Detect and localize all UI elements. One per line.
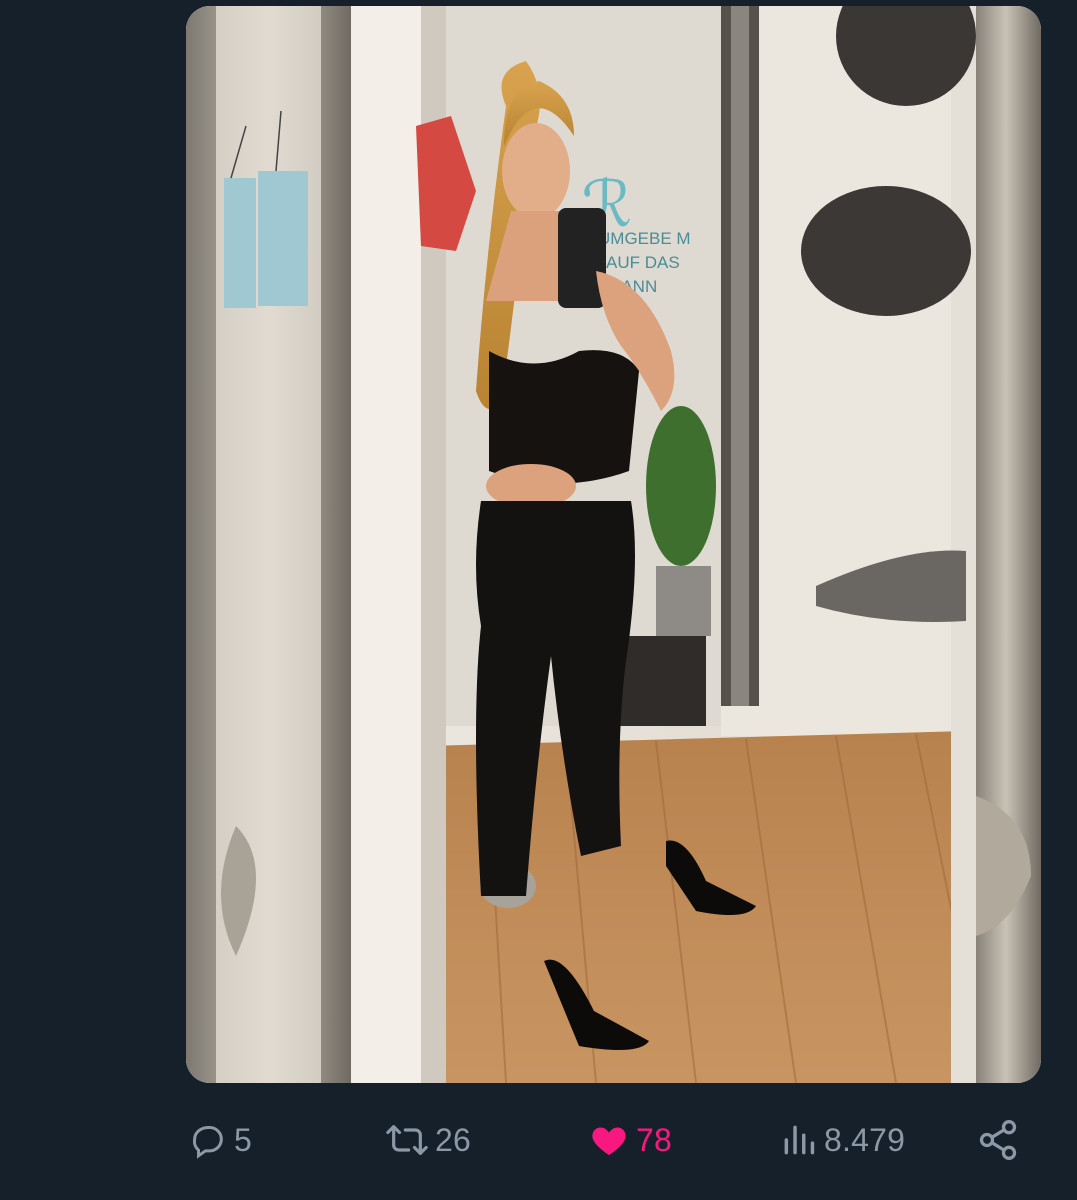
reply-count: 5 <box>234 1122 252 1158</box>
views-button[interactable]: 8.479 <box>780 1110 905 1170</box>
retweet-count: 26 <box>435 1122 471 1158</box>
mirror-selfie-photo: ℛ UMGEBE M AUF DAS KANN <box>186 6 1041 1083</box>
views-icon <box>780 1120 818 1160</box>
heart-icon <box>588 1120 630 1160</box>
like-count: 78 <box>636 1122 672 1158</box>
share-icon <box>976 1118 1020 1162</box>
share-button[interactable] <box>976 1110 1020 1170</box>
reply-icon <box>188 1120 228 1160</box>
wall-sign-line-1: UMGEBE M <box>598 229 691 248</box>
views-count: 8.479 <box>824 1122 906 1158</box>
tweet-action-bar: 5 26 78 8.479 <box>0 1110 1077 1170</box>
retweet-button[interactable]: 26 <box>385 1110 471 1170</box>
retweet-icon <box>385 1120 429 1160</box>
tweet-media[interactable]: ℛ UMGEBE M AUF DAS KANN <box>186 6 1041 1083</box>
reply-button[interactable]: 5 <box>188 1110 252 1170</box>
tweet-page: ℛ UMGEBE M AUF DAS KANN 5 26 78 8.479 <box>0 0 1077 1200</box>
like-button[interactable]: 78 <box>588 1110 672 1170</box>
wall-sign-line-2: AUF DAS <box>606 253 680 272</box>
